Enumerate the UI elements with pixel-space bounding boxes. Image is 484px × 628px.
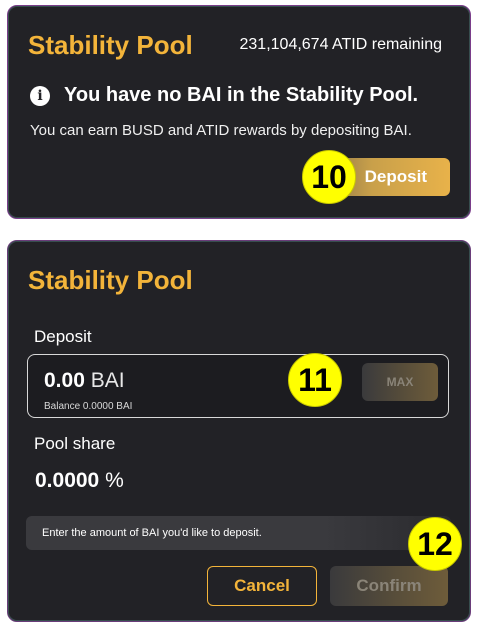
no-bai-heading: You have no BAI in the Stability Pool. [64,84,419,106]
deposit-label: Deposit [34,327,92,346]
confirm-button[interactable]: Confirm [330,566,448,606]
stability-pool-overview-panel: Stability Pool 231,104,674 ATID remainin… [7,5,471,219]
no-bai-notice: i You have no BAI in the Stability Pool. [30,84,418,107]
atid-remaining-text: 231,104,674 ATID remaining [239,36,443,53]
info-icon: i [30,85,50,106]
pool-share-label: Pool share [34,434,116,453]
rewards-description: You can earn BUSD and ATID rewards by de… [30,122,412,139]
pool-share-unit: % [105,469,124,492]
deposit-panel-title: Stability Pool [28,265,193,295]
max-button[interactable]: MAX [362,363,438,401]
bai-balance: Balance 0.0000 BAI [44,401,133,412]
cancel-button[interactable]: Cancel [207,566,317,606]
pool-share-number: 0.0000 [35,469,100,492]
step-badge-11: 11 [288,353,342,407]
deposit-amount-input[interactable]: 0.00 BAI Balance 0.0000 BAI MAX [27,354,449,418]
overview-title: Stability Pool [28,30,193,60]
deposit-amount-value[interactable]: 0.00 [44,369,85,392]
step-badge-12: 12 [408,517,462,571]
step-badge-10: 10 [302,150,356,204]
deposit-amount-unit: BAI [90,369,125,392]
stability-pool-deposit-panel: Stability Pool Deposit 0.00 BAI Balance … [7,240,471,622]
deposit-hint: Enter the amount of BAI you'd like to de… [26,516,451,550]
deposit-amount[interactable]: 0.00 BAI [44,369,125,393]
pool-share-value: 0.0000 % [35,469,124,493]
